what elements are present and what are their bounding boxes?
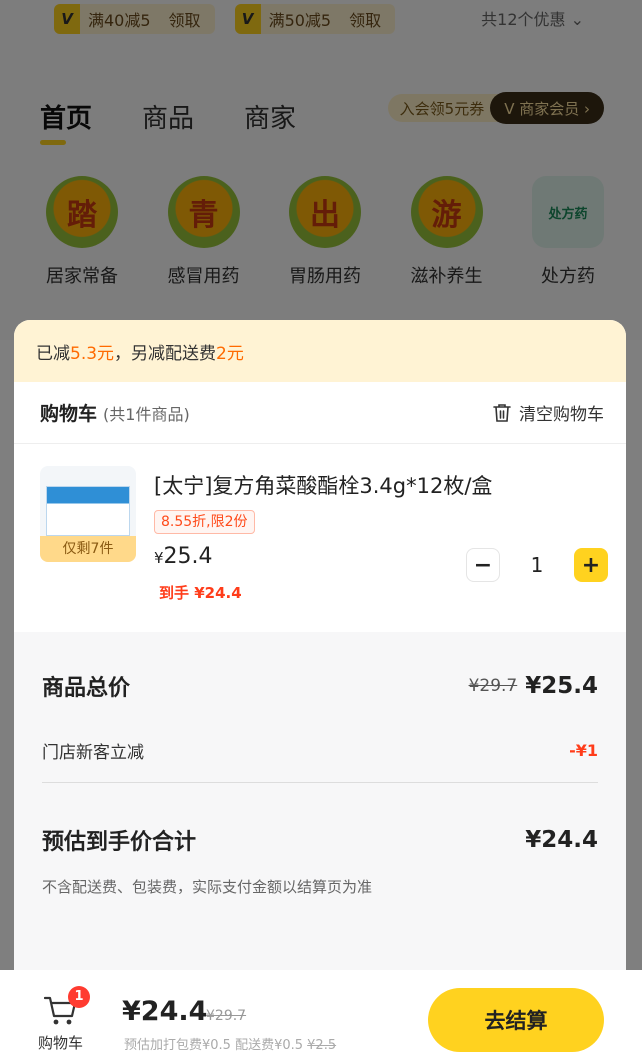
savings-banner: 已减 5.3元 ，另减配送费 2元 [14,320,626,382]
trash-icon [493,403,511,422]
final-price: 到手 ¥24.4 [159,584,242,602]
total-price-label: 商品总价 [42,676,131,701]
increase-button[interactable]: + [574,548,608,582]
estimate-row: 预估到手价合计 ¥24.4 [42,824,598,856]
decrease-button[interactable]: − [466,548,500,582]
stock-badge: 仅剩7件 [40,536,136,562]
quantity-stepper: − 1 + [466,548,608,582]
divider [42,782,598,783]
cart-title: 购物车 [40,403,98,425]
fees-struck: ¥2.5 [307,1038,337,1053]
fees-text: 预估加打包费¥0.5 配送费¥0.5 [124,1038,308,1053]
checkout-bar: 1 购物车 ¥24.4 ¥29.7 预估加打包费¥0.5 配送费¥0.5 ¥2.… [0,970,642,1062]
currency-symbol: ¥ [154,549,164,567]
cart-count: (共1件商品) [103,404,190,424]
cart-header: 购物车 (共1件商品) 清空购物车 [14,382,626,444]
product-box-image [46,486,130,536]
total-price-value: ¥25.4 [525,673,598,699]
clear-cart-button[interactable]: 清空购物车 [493,400,604,425]
cart-item: 仅剩7件 [太宁]复方角菜酸酯栓3.4g*12枚/盒 8.55折,限2份 ¥25… [14,444,626,632]
product-name[interactable]: [太宁]复方角菜酸酯栓3.4g*12枚/盒 [154,470,492,500]
cart-count-badge: 1 [68,986,90,1008]
estimate-label: 预估到手价合计 [42,830,197,855]
bottom-original-total: ¥29.7 [206,1008,247,1024]
fees-note: 预估加打包费¥0.5 配送费¥0.5 ¥2.5 [124,1034,336,1053]
product-price: ¥25.4 [154,544,213,569]
price-summary: 商品总价 ¥29.7 ¥25.4 门店新客立减 -¥1 预估到手价合计 ¥24.… [14,632,626,974]
original-price: ¥29.7 [468,676,518,696]
savings-prefix: 已减 [36,343,70,364]
estimate-value: ¥24.4 [525,827,598,853]
quantity-value: 1 [530,553,544,577]
discount-tag: 8.55折,限2份 [154,510,255,534]
price-value: 25.4 [163,544,213,569]
delivery-savings: 2元 [216,343,244,364]
savings-middle: ，另减配送费 [114,343,217,364]
newcomer-discount-label: 门店新客立减 [42,743,144,763]
cart-panel: 已减 5.3元 ，另减配送费 2元 购物车 (共1件商品) 清空购物车 仅剩7件 [太… [14,320,626,1062]
cart-button[interactable]: 1 购物车 [36,986,92,1054]
newcomer-discount-row: 门店新客立减 -¥1 [42,738,598,763]
clear-cart-label: 清空购物车 [519,405,604,425]
cart-label: 购物车 [38,1034,84,1052]
bottom-total: ¥24.4 [122,996,208,1027]
newcomer-discount-value: -¥1 [569,741,598,760]
price-note: 不含配送费、包装费，实际支付金额以结算页为准 [42,878,373,896]
total-price-row: 商品总价 ¥29.7 ¥25.4 [42,670,598,702]
checkout-button[interactable]: 去结算 [428,988,604,1052]
savings-amount: 5.3元 [70,343,115,364]
